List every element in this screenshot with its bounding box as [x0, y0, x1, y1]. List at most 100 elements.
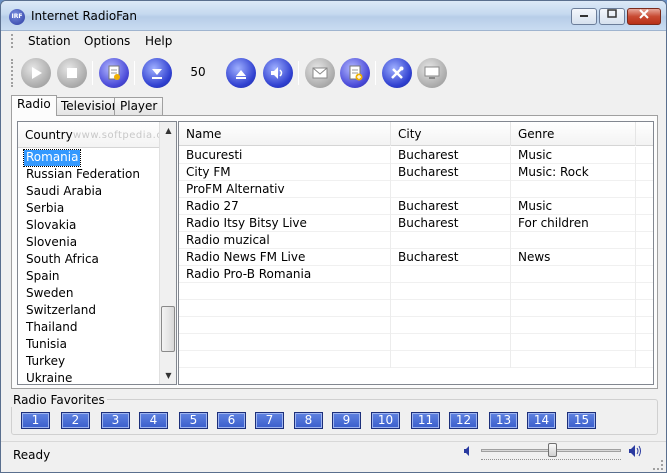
status-text: Ready	[13, 448, 51, 462]
maximize-button[interactable]	[599, 8, 625, 25]
table-row[interactable]	[179, 283, 653, 300]
cell-city	[391, 232, 511, 249]
favorite-button-7[interactable]: 7	[255, 412, 284, 429]
favorite-button-2[interactable]: 2	[61, 412, 90, 429]
cell-city	[391, 266, 511, 283]
favorite-button-13[interactable]: 13	[489, 412, 518, 429]
add-doc-icon	[349, 65, 363, 81]
list-item[interactable]: Slovenia	[24, 235, 79, 251]
table-row[interactable]: Bucuresti Bucharest Music	[179, 147, 653, 164]
cell-name	[179, 351, 391, 368]
volume-up-icon	[236, 70, 246, 79]
cell-genre: Music	[511, 147, 636, 164]
menu-station[interactable]: Station	[28, 34, 71, 48]
table-row[interactable]: ProFM Alternativ	[179, 181, 653, 198]
list-item[interactable]: Turkey	[24, 354, 67, 370]
list-item[interactable]: Switzerland	[24, 303, 98, 319]
menu-help[interactable]: Help	[145, 34, 172, 48]
favorite-button-11[interactable]: 11	[411, 412, 440, 429]
list-item[interactable]: Thailand	[24, 320, 80, 336]
favorite-button-9[interactable]: 9	[332, 412, 361, 429]
volume-slider-thumb[interactable]	[548, 443, 557, 457]
volume-high-icon	[629, 445, 641, 457]
list-item[interactable]: Romania	[22, 149, 82, 167]
favorite-button-8[interactable]: 8	[294, 412, 323, 429]
list-item[interactable]: Spain	[24, 269, 62, 285]
volume-up-button[interactable]	[226, 58, 256, 88]
table-row[interactable]	[179, 351, 653, 368]
favorites-label: Radio Favorites	[11, 393, 107, 407]
favorite-button-15[interactable]: 15	[567, 412, 596, 429]
cell-genre: For children	[511, 215, 636, 232]
status-bar: Ready	[1, 441, 666, 472]
list-item[interactable]: Russian Federation	[24, 167, 142, 183]
table-row[interactable]	[179, 300, 653, 317]
record-doc-icon	[108, 65, 120, 80]
record-button[interactable]	[99, 58, 129, 88]
monitor-icon	[424, 66, 440, 79]
app-logo-icon: IRF	[9, 9, 25, 25]
tab-player[interactable]: Player	[114, 97, 164, 115]
list-item[interactable]: Saudi Arabia	[24, 184, 104, 200]
table-row[interactable]	[179, 334, 653, 351]
scroll-up-icon[interactable]: ▲	[160, 122, 176, 139]
scroll-down-icon[interactable]: ▼	[160, 367, 176, 384]
list-item[interactable]: Ukraine	[24, 371, 74, 384]
mute-button[interactable]	[263, 58, 293, 88]
favorite-button-6[interactable]: 6	[217, 412, 246, 429]
minimize-button[interactable]	[571, 8, 597, 25]
column-header-name[interactable]: Name	[179, 122, 391, 146]
favorite-button-3[interactable]: 3	[101, 412, 130, 429]
table-header: Name City Genre	[179, 122, 653, 146]
table-row[interactable]	[179, 317, 653, 334]
column-header-city[interactable]: City	[391, 122, 511, 146]
list-item[interactable]: Serbia	[24, 201, 66, 217]
list-item[interactable]: Sweden	[24, 286, 75, 302]
favorite-button-1[interactable]: 1	[21, 412, 50, 429]
table-row[interactable]: Radio 27 Bucharest Music	[179, 198, 653, 215]
toolbar-separator	[134, 61, 135, 85]
table-row[interactable]: Radio Itsy Bitsy Live Bucharest For childr…	[179, 215, 653, 232]
cell-genre	[511, 317, 636, 334]
table-row[interactable]: Radio muzical	[179, 232, 653, 249]
cell-genre	[511, 283, 636, 300]
settings-button[interactable]	[382, 58, 412, 88]
play-button[interactable]	[21, 58, 51, 88]
volume-down-button[interactable]	[142, 58, 172, 88]
country-list[interactable]: Country www.softpedia.com Romania Russia…	[17, 121, 177, 385]
play-icon	[32, 67, 42, 79]
list-item[interactable]: Slovakia	[24, 218, 78, 234]
favorite-button-12[interactable]: 12	[449, 412, 478, 429]
favorite-button-5[interactable]: 5	[179, 412, 208, 429]
tab-radio[interactable]: Radio	[11, 95, 57, 116]
column-header-genre[interactable]: Genre	[511, 122, 636, 146]
table-row[interactable]: Radio Pro-B Romania	[179, 266, 653, 283]
cell-city	[391, 334, 511, 351]
cell-genre: News	[511, 249, 636, 266]
list-item[interactable]: Tunisia	[24, 337, 69, 353]
list-item[interactable]: South Africa	[24, 252, 101, 268]
menu-grip	[11, 34, 14, 48]
country-scrollbar[interactable]: ▲ ▼	[159, 122, 176, 384]
favorite-button-14[interactable]: 14	[527, 412, 556, 429]
table-row[interactable]: Radio News FM Live Bucharest News	[179, 249, 653, 266]
cell-genre	[511, 181, 636, 198]
add-station-button[interactable]	[340, 58, 370, 88]
cell-name: Radio muzical	[179, 232, 391, 249]
table-row[interactable]: City FM Bucharest Music: Rock	[179, 164, 653, 181]
resize-grip[interactable]	[653, 460, 663, 470]
stop-button[interactable]	[57, 58, 87, 88]
toolbar-separator	[298, 61, 299, 85]
volume-slider[interactable]	[481, 443, 621, 457]
close-button[interactable]	[627, 8, 661, 25]
favorite-button-10[interactable]: 10	[371, 412, 400, 429]
cell-city: Bucharest	[391, 147, 511, 164]
favorite-button-4[interactable]: 4	[139, 412, 168, 429]
scrollbar-thumb[interactable]	[161, 306, 175, 352]
menu-options[interactable]: Options	[84, 34, 130, 48]
screen-button[interactable]	[417, 58, 447, 88]
email-button[interactable]	[305, 58, 335, 88]
cell-city: Bucharest	[391, 215, 511, 232]
cell-city	[391, 181, 511, 198]
volume-value: 50	[190, 65, 206, 79]
